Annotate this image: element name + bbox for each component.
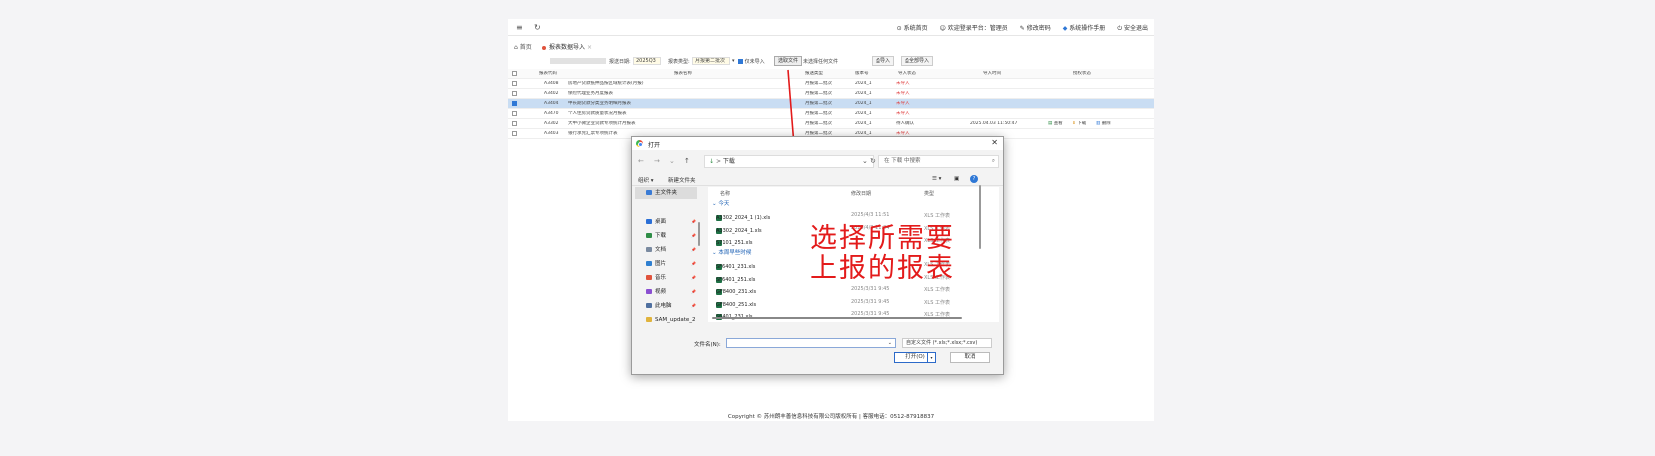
file-date: 2025/4/3 11:51 [851,212,890,218]
folder-icon [646,233,652,238]
folder-icon [646,247,652,252]
file-hscrollbar[interactable] [712,317,962,319]
nav-item[interactable]: 文档 📌 [646,244,698,256]
file-name: SF6401_231.xls [716,264,756,270]
file-item[interactable]: A3302_2024_1 (1).xls 2025/4/3 11:51 XLS 工作… [708,209,999,221]
folder-icon [646,275,652,280]
folder-icon [646,317,652,322]
nav-item[interactable]: 音乐 📌 [646,272,698,284]
nav-item[interactable]: 视频 📌 [646,286,698,298]
file-type: XLS 工作表 [924,213,950,219]
file-item[interactable]: GF8400_231.xls 2025/3/31 9:45 XLS 工作表 [708,283,999,295]
forward-icon[interactable]: → [654,157,660,165]
file-group-header[interactable]: ⌄ 本周早些时候 [712,248,751,256]
col-file-date[interactable]: 修改日期 [851,190,871,197]
search-icon: ⌕ [991,158,995,164]
file-name: S7101_251.xls [716,240,753,246]
file-name: A3302_2024_1.xls [716,227,762,234]
open-button[interactable]: 打开(O) ▾ [894,352,936,363]
pin-icon[interactable]: 📌 [691,300,696,312]
file-name: GF8400_231.xls [716,289,757,295]
new-folder-button[interactable]: 新建文件夹 [668,176,696,184]
address-row: ← → ⌄ ↑ ↓ > 下载 ⌄ ↻ 在 下载 中搜索 ⌕ [632,152,1003,172]
folder-icon [646,289,652,294]
nav-item[interactable]: SAM_update_2 [646,314,698,326]
file-name: A3302_2024_1 (1).xls [716,215,771,221]
nav-item[interactable]: 图片 📌 [646,258,698,270]
file-item[interactable]: GF8400_251.xls 2025/3/31 9:45 XLS 工作表 [708,296,999,308]
filename-chevron-icon[interactable]: ⌄ [888,340,892,346]
dialog-title: 打开 [648,142,661,149]
breadcrumb-chevron-icon: > [715,158,721,165]
file-type: XLS 工作表 [924,299,950,306]
pin-icon[interactable]: 📌 [691,244,696,256]
refresh-folder-icon[interactable]: ↻ [870,157,876,165]
nav-item[interactable]: 此电脑 📌 [646,300,698,312]
file-list-header: 名称 修改日期 类型 [708,187,999,199]
folder-icon [646,190,652,195]
back-icon[interactable]: ← [638,157,644,165]
pin-icon[interactable]: 📌 [691,286,696,298]
pin-icon[interactable]: 📌 [691,230,696,242]
file-date: 2025/3/31 9:45 [851,286,890,292]
annotation-line-1: 选择所需要 [810,223,955,254]
dialog-nav-pane: 主文件夹桌面 📌 下载 📌 文档 📌 图片 📌 音乐 📌 视频 📌 此电脑 📌 SAM_update_2 [632,187,702,323]
view-options-icon[interactable]: ☰ ▾ [932,176,941,182]
file-group-header[interactable]: ⌄ 今天 [712,199,729,207]
file-type: XLS 工作表 [924,287,950,293]
folder-search-input[interactable]: 在 下载 中搜索 ⌕ [878,155,999,168]
file-name: SF6401_251.xls [716,276,756,283]
pin-icon[interactable]: 📌 [691,258,696,270]
filename-input[interactable]: ⌄ [726,338,896,348]
recent-chevron-icon[interactable]: ⌄ [669,157,675,165]
dialog-command-bar: 组织 ▾ 新建文件夹 ☰ ▾ ▣ ? [632,173,1003,186]
file-scrollbar[interactable] [979,185,981,249]
folder-icon [646,261,652,266]
pin-icon[interactable]: 📌 [691,216,696,228]
nav-item[interactable]: 桌面 📌 [646,216,698,228]
address-dropdown-icon[interactable]: ⌄ [862,157,868,165]
organize-menu[interactable]: 组织 ▾ [638,176,654,184]
download-folder-icon: ↓ [709,158,715,165]
open-dropdown-icon[interactable]: ▾ [927,353,935,362]
preview-pane-icon[interactable]: ▣ [954,176,959,182]
annotation-line-2: 上报的报表 [810,253,955,284]
nav-scrollbar[interactable] [698,222,700,246]
folder-icon [646,303,652,308]
file-type-filter[interactable]: 自定义文件 (*.xls;*.xlsx;*.csv) [902,338,992,348]
cancel-button[interactable]: 取消 [950,352,990,363]
address-bar[interactable]: ↓ > 下载 [704,155,874,168]
up-icon[interactable]: ↑ [684,157,690,165]
file-date: 2025/3/31 9:45 [851,298,890,305]
col-file-name[interactable]: 名称 [720,190,730,197]
pin-icon[interactable]: 📌 [691,272,696,284]
col-file-type[interactable]: 类型 [924,190,934,197]
close-icon[interactable]: ✕ [991,138,998,147]
chrome-icon [636,140,643,147]
nav-item[interactable]: 主文件夹 [635,187,697,199]
dialog-titlebar: 打开 ✕ [632,137,1003,150]
help-icon[interactable]: ? [970,175,978,183]
nav-item[interactable]: 下载 📌 [646,230,698,242]
filename-label: 文件名(N): [694,342,721,348]
folder-icon [646,219,652,224]
annotation-text: 选择所需要 上报的报表 [810,224,955,284]
file-name: GF8400_251.xls [716,301,757,308]
